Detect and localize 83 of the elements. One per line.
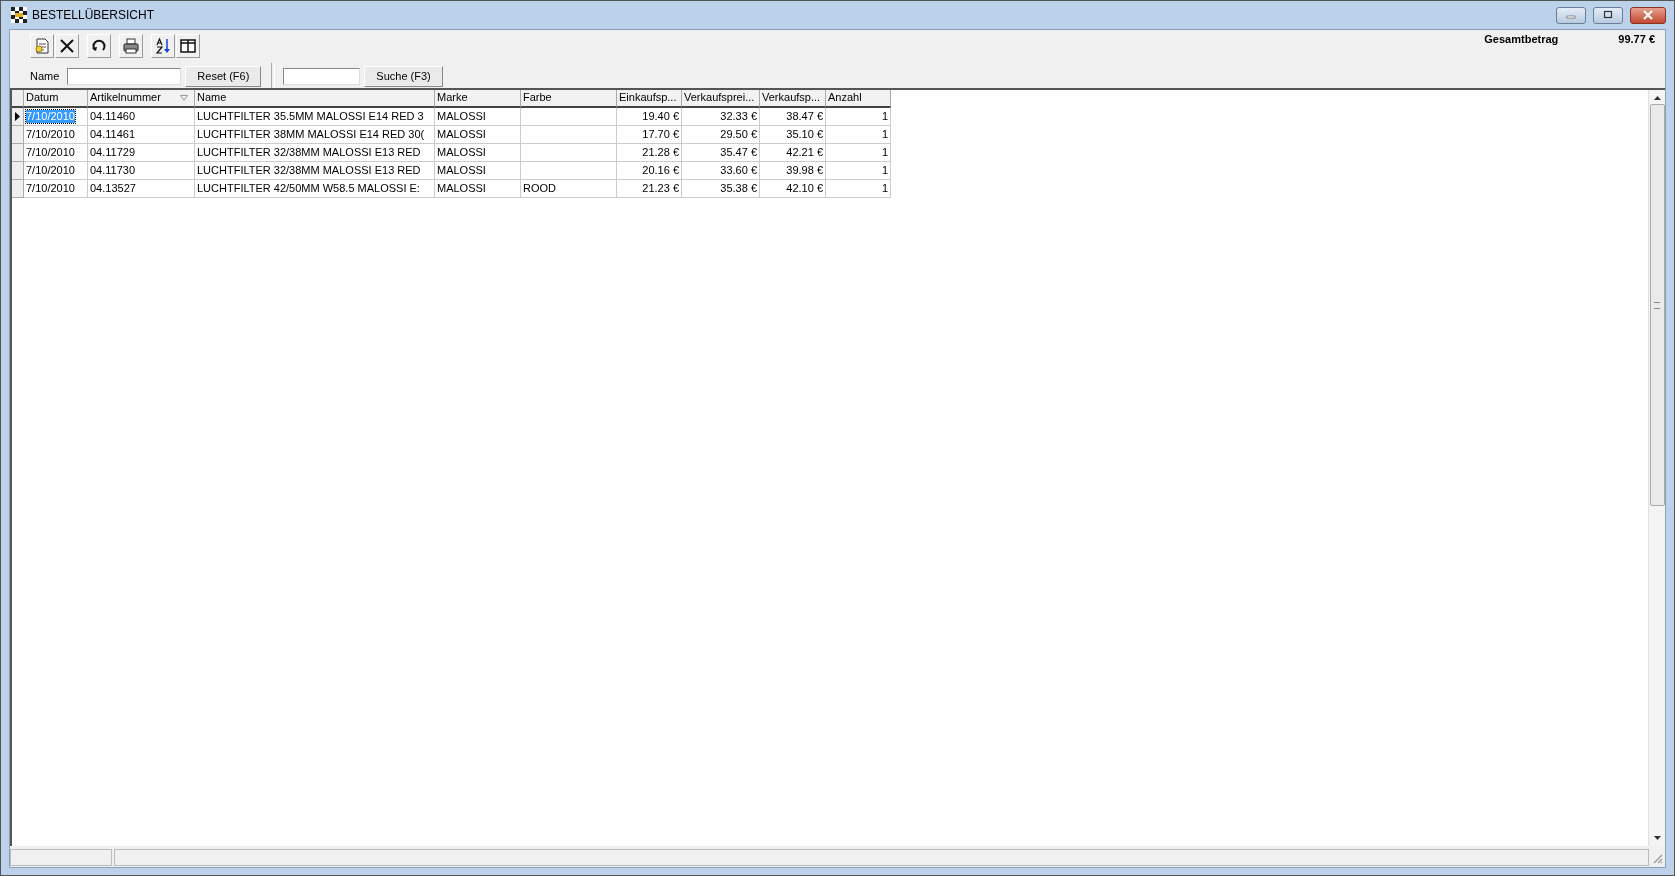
table-cell: 38.47 €: [760, 108, 826, 126]
scroll-up-icon[interactable]: [1653, 96, 1661, 100]
sort-icon: [154, 37, 172, 55]
sort-indicator-icon: [180, 95, 188, 101]
table-cell: 21.23 €: [617, 180, 682, 198]
search-button[interactable]: Suche (F3): [364, 65, 443, 87]
table-cell: LUCHTFILTER 32/38MM MALOSSI E13 RED: [195, 162, 435, 180]
table-cell: 1: [826, 144, 891, 162]
table-cell: LUCHTFILTER 35.5MM MALOSSI E14 RED 3: [195, 108, 435, 126]
table-cell: 04.13527: [88, 180, 195, 198]
delete-button[interactable]: [55, 34, 79, 58]
total-value: 99.77 €: [1618, 33, 1655, 45]
table-cell: LUCHTFILTER 42/50MM W58.5 MALOSSI E:: [195, 180, 435, 198]
table-cell: LUCHTFILTER 32/38MM MALOSSI E13 RED: [195, 144, 435, 162]
columns-icon: [179, 37, 197, 55]
table-cell: 7/10/2010: [24, 126, 88, 144]
table-cell: 35.47 €: [682, 144, 760, 162]
window-title: BESTELLÜBERSICHT: [32, 8, 155, 22]
delete-icon: [58, 37, 76, 55]
table-cell: 39.98 €: [760, 162, 826, 180]
current-row-icon: [15, 112, 20, 121]
table-cell: MALOSSI: [435, 144, 521, 162]
column-header[interactable]: Einkaufsp...: [617, 90, 682, 108]
scroll-thumb[interactable]: [1649, 104, 1665, 506]
new-document-button[interactable]: [30, 34, 54, 58]
vertical-scrollbar[interactable]: [1648, 90, 1665, 846]
table-cell: 21.28 €: [617, 144, 682, 162]
table-cell: 1: [826, 108, 891, 126]
column-header[interactable]: Name: [195, 90, 435, 108]
table-cell: MALOSSI: [435, 180, 521, 198]
column-header[interactable]: Datum: [24, 90, 88, 108]
table-cell: 17.70 €: [617, 126, 682, 144]
table-cell: 04.11730: [88, 162, 195, 180]
search-input[interactable]: [283, 67, 361, 85]
table-cell: 7/10/2010: [24, 180, 88, 198]
table-cell: 42.10 €: [760, 180, 826, 198]
table-cell: MALOSSI: [435, 126, 521, 144]
columns-button[interactable]: [176, 34, 200, 58]
column-header[interactable]: Anzahl: [826, 90, 891, 108]
table-cell: 1: [826, 126, 891, 144]
sort-button[interactable]: [151, 34, 175, 58]
column-header[interactable]: Artikelnummer: [88, 90, 195, 108]
column-header[interactable]: Marke: [435, 90, 521, 108]
table-cell: 7/10/2010: [24, 144, 88, 162]
table-cell: ROOD: [521, 180, 617, 198]
header-corner: [12, 90, 24, 108]
minimize-button[interactable]: [1556, 6, 1586, 24]
maximize-button[interactable]: [1593, 6, 1623, 24]
table-cell: 35.38 €: [682, 180, 760, 198]
row-header[interactable]: [12, 108, 24, 126]
column-header[interactable]: Farbe: [521, 90, 617, 108]
name-label: Name: [30, 70, 60, 82]
table-cell: LUCHTFILTER 38MM MALOSSI E14 RED 30(: [195, 126, 435, 144]
name-input[interactable]: [67, 67, 182, 85]
table-cell: 19.40 €: [617, 108, 682, 126]
maximize-icon: [1603, 10, 1613, 20]
table-cell: 33.60 €: [682, 162, 760, 180]
table-cell: 32.33 €: [682, 108, 760, 126]
table-cell: 7/10/2010: [24, 162, 88, 180]
app-icon: [11, 7, 27, 23]
total-label: Gesamtbetrag: [1484, 33, 1559, 45]
table-cell: 04.11460: [88, 108, 195, 126]
table-cell: MALOSSI: [435, 108, 521, 126]
table-cell: 04.11461: [88, 126, 195, 144]
table-cell: 42.21 €: [760, 144, 826, 162]
table-cell: 20.16 €: [617, 162, 682, 180]
reset-button[interactable]: Reset (F6): [185, 65, 262, 87]
document-icon: [33, 37, 51, 55]
print-button[interactable]: [119, 34, 143, 58]
column-header[interactable]: Verkaufsp...: [760, 90, 826, 108]
close-icon: [1643, 10, 1653, 20]
table-cell: 7/10/2010: [24, 108, 88, 126]
column-header[interactable]: Verkaufsprei...: [682, 90, 760, 108]
printer-icon: [122, 37, 140, 55]
table-cell: 1: [826, 162, 891, 180]
refresh-button[interactable]: [87, 34, 111, 58]
close-button[interactable]: [1630, 6, 1666, 24]
table-cell: 1: [826, 180, 891, 198]
scroll-down-icon[interactable]: [1653, 836, 1661, 840]
table-cell: 04.11729: [88, 144, 195, 162]
table-cell: MALOSSI: [435, 162, 521, 180]
table-cell: 35.10 €: [760, 126, 826, 144]
table-cell: 29.50 €: [682, 126, 760, 144]
